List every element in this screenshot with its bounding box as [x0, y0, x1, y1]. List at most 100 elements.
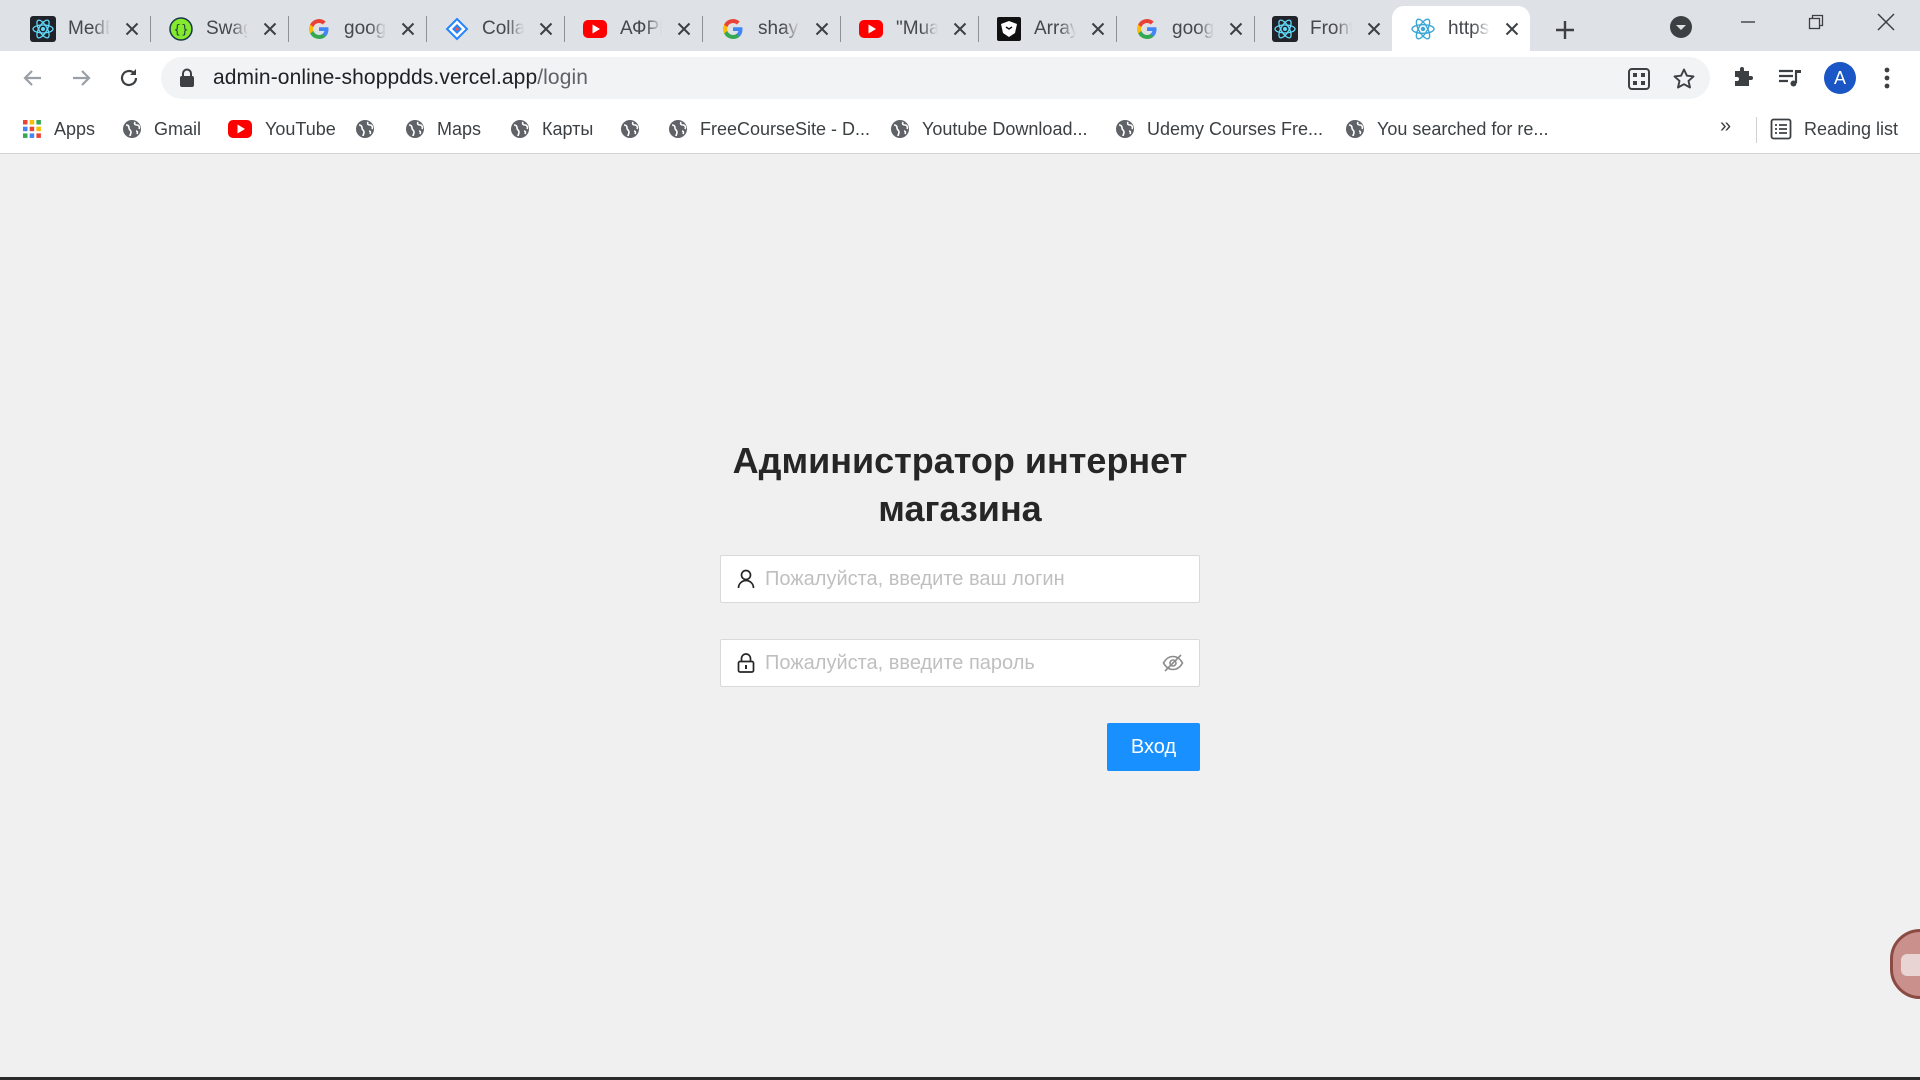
minimize-button[interactable] [1718, 0, 1778, 44]
tab[interactable]: google [288, 6, 426, 51]
tab-close-icon[interactable] [1366, 19, 1382, 39]
tab-close-icon[interactable] [538, 19, 554, 39]
bookmark-item[interactable]: Udemy Courses Fre... [1115, 113, 1323, 145]
globe-icon [1115, 119, 1135, 139]
bookmark-item[interactable]: Apps [22, 113, 95, 145]
tab-close-icon[interactable] [262, 19, 278, 39]
bookmark-item[interactable]: You searched for re... [1345, 113, 1548, 145]
google-icon [720, 16, 746, 42]
tab-active[interactable]: https [1392, 6, 1530, 51]
forward-button[interactable] [64, 61, 98, 95]
tab[interactable]: {} Swagger UI [150, 6, 288, 51]
tab[interactable]: MedBook [12, 6, 150, 51]
tab[interactable]: Front [1254, 6, 1392, 51]
tab-close-icon[interactable] [400, 19, 416, 39]
bookmark-label: Карты [542, 118, 594, 139]
bookmark-label: YouTube [265, 118, 336, 139]
tab-title: Swagger UI [206, 17, 248, 39]
music-queue-icon [1779, 69, 1801, 87]
bookmark-label: You searched for re... [1377, 118, 1549, 139]
floating-side-widget[interactable] [1890, 929, 1920, 999]
globe-icon [668, 119, 688, 139]
tab-close-icon[interactable] [676, 19, 692, 39]
new-tab-button[interactable] [1547, 12, 1583, 48]
restore-button[interactable] [1786, 0, 1846, 44]
bookmark-item[interactable]: Youtube Download... [890, 113, 1087, 145]
bookmark-label: Udemy Courses Fre... [1147, 118, 1324, 139]
address-bar[interactable]: admin-online-shoppdds.vercel.app/login [161, 57, 1710, 99]
tab-strip: MedBook {} Swagger UI google Collab АФРИКА sha… [0, 0, 1920, 51]
globe-icon [1345, 119, 1365, 139]
globe-icon [405, 119, 425, 139]
profile-avatar[interactable]: A [1824, 62, 1856, 94]
globe-icon [122, 119, 142, 139]
google-icon [306, 16, 332, 42]
svg-text:{}: {} [173, 22, 188, 36]
tab[interactable]: Array [978, 6, 1116, 51]
eye-invisible-icon[interactable] [1161, 653, 1185, 673]
kebab-menu-icon [1884, 67, 1890, 89]
reading-list-button[interactable]: Reading list [1770, 113, 1898, 145]
bookmark-item[interactable] [620, 113, 640, 145]
globe-icon [355, 119, 375, 139]
tab[interactable]: shayx [702, 6, 840, 51]
tab[interactable]: "Muallim" [840, 6, 978, 51]
url-host: admin-online-shoppdds.vercel.app [213, 66, 538, 89]
react-icon [1410, 16, 1436, 42]
qr-code-button[interactable] [1625, 65, 1653, 93]
bookmark-item[interactable]: Maps [405, 113, 481, 145]
tab-close-icon[interactable] [124, 19, 140, 39]
bookmarks-overflow-button[interactable]: » [1720, 115, 1731, 138]
browser-toolbar: admin-online-shoppdds.vercel.app/login A [0, 51, 1920, 105]
login-form: Администратор интернет магазина Вход [720, 437, 1200, 771]
tab[interactable]: google [1116, 6, 1254, 51]
lock-icon [180, 68, 194, 87]
bookmark-item[interactable]: YouTube [227, 113, 336, 145]
tab-close-icon[interactable] [1090, 19, 1106, 39]
password-field[interactable] [720, 639, 1200, 687]
tab-close-icon[interactable] [952, 19, 968, 39]
extensions-button[interactable] [1728, 63, 1758, 93]
bookmark-label: Maps [437, 118, 482, 139]
media-controls-button[interactable] [1775, 63, 1805, 93]
username-input[interactable] [765, 567, 1185, 591]
tab-title: Array [1034, 17, 1076, 39]
restore-icon [1808, 14, 1824, 30]
tab-close-icon[interactable] [1228, 19, 1244, 39]
apps-grid-icon [22, 119, 42, 139]
tab[interactable]: АФРИКА [564, 6, 702, 51]
tab-title: shayx [758, 17, 800, 39]
bookmark-label: Apps [54, 118, 96, 139]
youtube-icon [227, 119, 253, 139]
tab-title: АФРИКА [620, 17, 662, 39]
tab-search-button[interactable] [1666, 12, 1696, 42]
bookmark-item[interactable] [355, 113, 375, 145]
bookmarks-divider [1756, 117, 1757, 143]
bookmark-item[interactable]: FreeCourseSite - D... [668, 113, 870, 145]
bookmark-item[interactable]: Gmail [122, 113, 201, 145]
password-input[interactable] [765, 651, 1161, 675]
submit-row: Вход [720, 723, 1200, 771]
tab[interactable]: Collab [426, 6, 564, 51]
chevron-down-circle-icon [1670, 16, 1692, 38]
tab-close-icon[interactable] [1504, 19, 1520, 39]
bookmark-label: FreeCourseSite - D... [700, 118, 871, 139]
login-button[interactable]: Вход [1107, 723, 1200, 771]
globe-icon [620, 119, 640, 139]
puzzle-icon [1735, 67, 1753, 86]
tab-close-icon[interactable] [814, 19, 830, 39]
back-button[interactable] [16, 61, 50, 95]
bookmark-item[interactable]: Карты [510, 113, 593, 145]
close-window-button[interactable] [1856, 0, 1916, 44]
bookmark-star-button[interactable] [1670, 65, 1698, 93]
reload-button[interactable] [112, 61, 146, 95]
codewars-icon [996, 16, 1022, 42]
chrome-menu-button[interactable] [1872, 63, 1902, 93]
tab-title: google [344, 17, 386, 39]
minimize-icon [1741, 21, 1755, 23]
user-icon [735, 569, 757, 589]
reading-list-label: Reading list [1804, 118, 1899, 139]
bookmark-label: Youtube Download... [922, 118, 1088, 139]
tab-title: MedBook [68, 17, 110, 39]
username-field[interactable] [720, 555, 1200, 603]
